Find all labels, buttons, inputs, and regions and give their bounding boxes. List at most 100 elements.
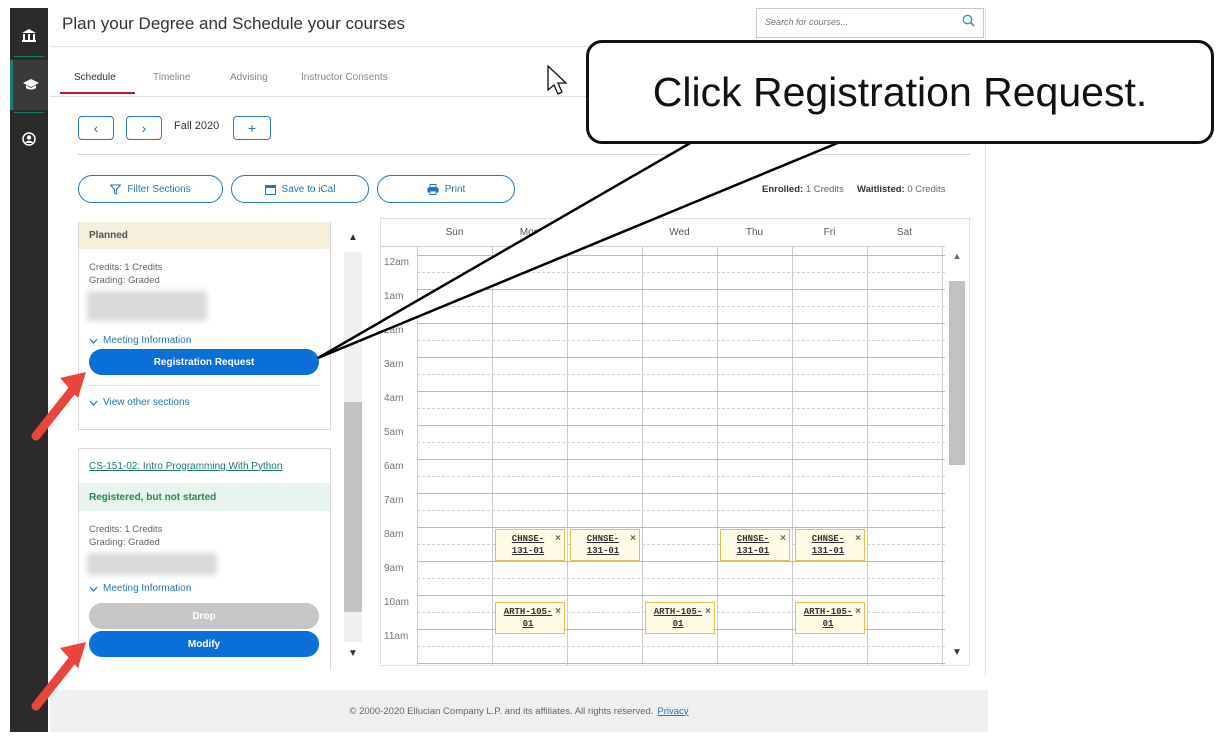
save-to-ical-label: Save to iCal [281,183,336,195]
page-title: Plan your Degree and Schedule your cours… [62,14,406,33]
calendar-half-hour-line [417,476,945,477]
waitlisted-value: 0 Credits [907,184,946,195]
filter-sections-button[interactable]: Filter Sections [78,175,223,203]
calendar-hour-line [417,289,945,290]
enrolled-label: Enrolled: [762,184,804,195]
calendar-event[interactable]: CHNSE- 131-01 × [570,529,640,561]
user-profile-icon[interactable] [10,114,48,164]
scroll-thumb[interactable] [344,402,362,612]
redacted-details [87,553,217,575]
credit-summary: Enrolled: 1 Credits Waitlisted: 0 Credit… [762,184,945,195]
day-header: Sun [445,227,464,238]
hour-label: 1am [384,291,404,302]
course-search[interactable] [756,8,984,38]
active-tab-indicator [60,92,135,94]
print-label: Print [444,183,466,195]
tab-schedule[interactable]: Schedule [74,72,116,83]
event-section: 131-01 [511,546,545,556]
remove-event-icon[interactable]: × [555,533,561,544]
course-status: Planned [79,222,330,249]
calendar-event[interactable]: ARTH-105- 01 × [645,602,715,634]
scroll-down-icon[interactable]: ▼ [344,648,362,659]
search-icon[interactable] [962,14,975,30]
page-footer: © 2000-2020 Ellucian Company L.P. and it… [50,690,988,732]
day-header: Wed [669,227,690,238]
redacted-details [87,291,207,321]
event-section: 131-01 [736,546,770,556]
registration-request-button[interactable]: Registration Request [89,349,319,375]
meeting-information-toggle[interactable]: Meeting Information [89,335,191,346]
scroll-up-icon[interactable]: ▲ [344,232,362,243]
meeting-information-label: Meeting Information [103,583,192,594]
day-header: Fri [823,227,836,238]
planned-course-card: Planned Credits: 1 Credits Grading: Grad… [78,222,331,430]
calendar-hour-line [417,357,945,358]
chevron-right-icon: › [141,120,147,136]
app-rail [10,8,48,732]
calendar-event[interactable]: CHNSE- 131-01 × [795,529,865,561]
calendar-half-hour-line [417,510,945,511]
event-section: 01 [822,619,834,629]
calendar-scrollbar[interactable]: ▲ ▼ [947,247,967,665]
calendar-event[interactable]: ARTH-105- 01 × [795,602,865,634]
drop-button[interactable]: Drop [89,603,319,629]
tab-timeline[interactable]: Timeline [153,72,190,83]
tab-advising[interactable]: Advising [230,72,268,83]
hour-label: 10am [384,597,410,608]
term-label: Fall 2020 [174,120,220,132]
calendar-half-hour-line [417,408,945,409]
calendar-hour-line [417,561,945,562]
scroll-up-icon[interactable]: ▲ [949,251,965,261]
event-code: ARTH-105- [653,607,703,617]
calendar-half-hour-line [417,646,945,647]
event-code: CHNSE- [811,534,845,544]
calendar-half-hour-line [417,272,945,273]
hour-label: 3am [384,359,404,370]
calendar-event[interactable]: CHNSE- 131-01 × [720,529,790,561]
calendar-event[interactable]: ARTH-105- 01 × [495,602,565,634]
remove-event-icon[interactable]: × [555,606,561,617]
printer-icon [427,183,439,195]
search-input[interactable] [765,17,945,27]
remove-event-icon[interactable]: × [780,533,786,544]
privacy-link[interactable]: Privacy [657,706,688,717]
remove-event-icon[interactable]: × [630,533,636,544]
chevron-down-icon [89,400,98,406]
calendar-hour-line [417,425,945,426]
print-button[interactable]: Print [377,175,515,203]
rail-divider [14,56,44,57]
save-to-ical-button[interactable]: Save to iCal [231,175,369,203]
scroll-thumb[interactable] [949,281,965,465]
scroll-down-icon[interactable]: ▼ [949,647,965,658]
instruction-callout: Click Registration Request. [586,40,1214,144]
calendar-half-hour-line [417,306,945,307]
next-term-button[interactable]: › [126,116,162,140]
calendar-hour-line [417,493,945,494]
registered-course-card: CS-151-02: Intro Programming With Python… [78,448,331,670]
hour-label: 8am [384,529,404,540]
course-list-scrollbar[interactable]: ▲ ▼ [340,222,362,670]
calendar-icon [264,184,276,195]
event-code: CHNSE- [736,534,770,544]
add-term-button[interactable]: + [233,116,271,140]
calendar-event[interactable]: CHNSE- 131-01 × [495,529,565,561]
modify-button[interactable]: Modify [89,631,319,657]
tab-instructor-consents[interactable]: Instructor Consents [301,72,388,83]
remove-event-icon[interactable]: × [705,606,711,617]
view-other-sections-toggle[interactable]: View other sections [89,397,190,408]
remove-event-icon[interactable]: × [855,533,861,544]
course-list: Planned Credits: 1 Credits Grading: Grad… [78,222,332,670]
course-title-link[interactable]: CS-151-02: Intro Programming With Python [89,461,282,472]
hour-label: 7am [384,495,404,506]
event-section: 01 [672,619,684,629]
institution-icon[interactable] [10,10,48,60]
calendar-hour-line [417,459,945,460]
remove-event-icon[interactable]: × [855,606,861,617]
callout-text: Click Registration Request. [652,68,1148,115]
calendar-hour-line [417,527,945,528]
hour-label: 5am [384,427,404,438]
meeting-information-toggle[interactable]: Meeting Information [89,583,191,594]
previous-term-button[interactable]: ‹ [78,116,114,140]
graduation-cap-icon[interactable] [10,60,48,110]
hour-label: 6am [384,461,404,472]
